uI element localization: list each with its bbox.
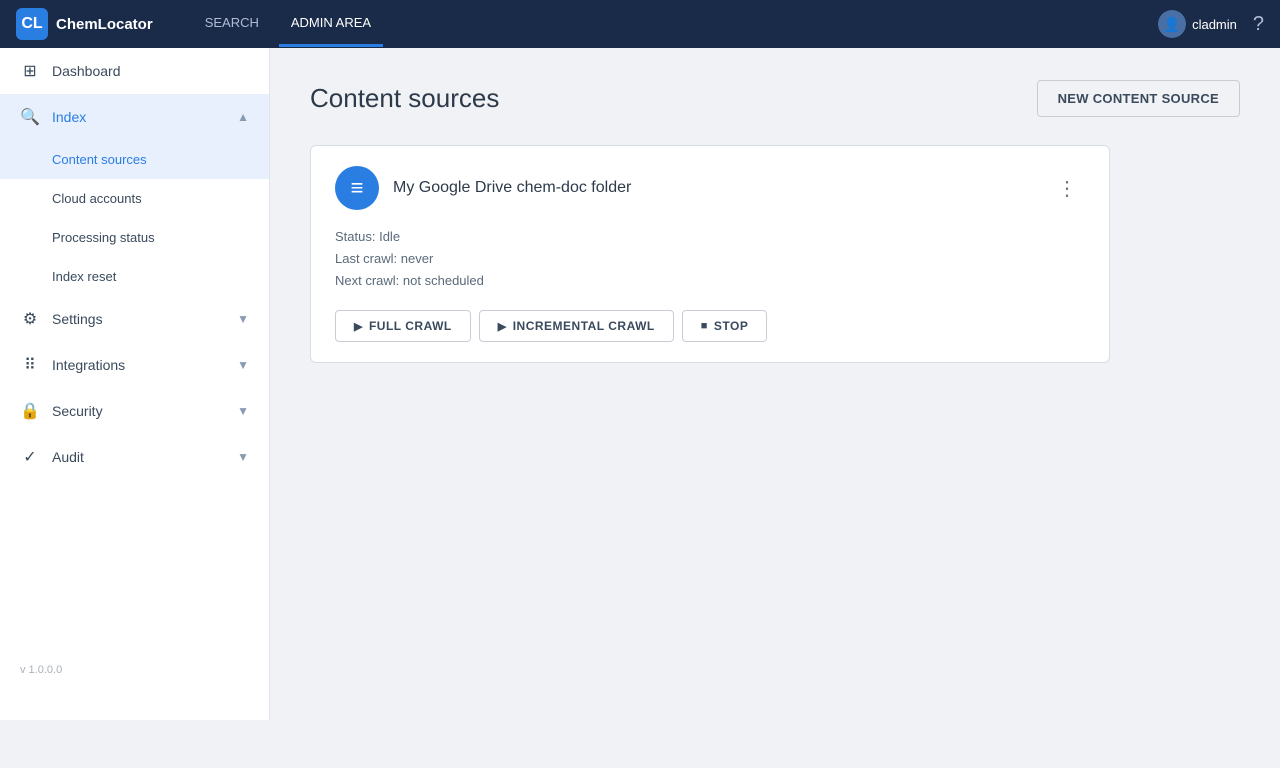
- security-chevron-icon: ▼: [237, 404, 249, 418]
- help-button[interactable]: ?: [1253, 13, 1264, 36]
- topnav-links: SEARCH ADMIN AREA: [193, 1, 383, 47]
- incremental-crawl-button[interactable]: ▶ INCREMENTAL CRAWL: [479, 310, 674, 342]
- page-title: Content sources: [310, 83, 499, 114]
- layout: ⊞ Dashboard 🔍 Index ▲ Content sources Cl…: [0, 48, 1280, 720]
- sidebar-item-integrations[interactable]: ⠿ Integrations ▼: [0, 342, 269, 388]
- last-crawl-label: Last crawl:: [335, 251, 397, 266]
- sidebar-item-processing-status[interactable]: Processing status: [0, 218, 269, 257]
- index-reset-label: Index reset: [52, 269, 116, 284]
- sidebar-item-index-reset[interactable]: Index reset: [0, 257, 269, 296]
- nav-search[interactable]: SEARCH: [193, 1, 271, 47]
- source-last-crawl: Last crawl: never: [335, 248, 1085, 270]
- source-meta: Status: Idle Last crawl: never Next craw…: [335, 226, 1085, 292]
- user-menu[interactable]: 👤 cladmin: [1158, 10, 1237, 38]
- new-content-source-button[interactable]: NEW CONTENT SOURCE: [1037, 80, 1240, 117]
- source-status: Status: Idle: [335, 226, 1085, 248]
- source-title-row: ≡ My Google Drive chem-doc folder: [335, 166, 631, 210]
- last-crawl-value: never: [401, 251, 434, 266]
- sidebar-item-dashboard[interactable]: ⊞ Dashboard: [0, 48, 269, 94]
- sidebar-item-index[interactable]: 🔍 Index ▲: [0, 94, 269, 140]
- integrations-chevron-icon: ▼: [237, 358, 249, 372]
- source-name: My Google Drive chem-doc folder: [393, 179, 631, 197]
- full-crawl-icon: ▶: [354, 320, 363, 333]
- sidebar-item-content-sources[interactable]: Content sources: [0, 140, 269, 179]
- sidebar-item-settings[interactable]: ⚙ Settings ▼: [0, 296, 269, 342]
- topnav: CL ChemLocator SEARCH ADMIN AREA 👤 cladm…: [0, 0, 1280, 48]
- processing-status-label: Processing status: [52, 230, 155, 245]
- nav-admin-area[interactable]: ADMIN AREA: [279, 1, 383, 47]
- username: cladmin: [1192, 17, 1237, 32]
- sidebar-dashboard-label: Dashboard: [52, 63, 249, 79]
- sidebar: ⊞ Dashboard 🔍 Index ▲ Content sources Cl…: [0, 48, 270, 720]
- sidebar-audit-label: Audit: [52, 449, 225, 465]
- full-crawl-label: FULL CRAWL: [369, 319, 452, 333]
- topnav-right: 👤 cladmin ?: [1158, 10, 1264, 38]
- sidebar-index-label: Index: [52, 109, 225, 125]
- sidebar-settings-label: Settings: [52, 311, 225, 327]
- incremental-crawl-label: INCREMENTAL CRAWL: [513, 319, 655, 333]
- sidebar-item-audit[interactable]: ✓ Audit ▼: [0, 434, 269, 480]
- main-content: Content sources NEW CONTENT SOURCE ≡ My …: [270, 48, 1280, 720]
- status-value: Idle: [379, 229, 400, 244]
- app-version: v 1.0.0.0: [0, 652, 269, 688]
- status-label: Status:: [335, 229, 375, 244]
- sidebar-integrations-label: Integrations: [52, 357, 225, 373]
- source-card-header: ≡ My Google Drive chem-doc folder ⋮: [335, 166, 1085, 210]
- next-crawl-label: Next crawl:: [335, 273, 399, 288]
- source-card: ≡ My Google Drive chem-doc folder ⋮ Stat…: [310, 145, 1110, 363]
- settings-icon: ⚙: [20, 309, 40, 329]
- full-crawl-button[interactable]: ▶ FULL CRAWL: [335, 310, 471, 342]
- page-header: Content sources NEW CONTENT SOURCE: [310, 80, 1240, 117]
- stop-label: STOP: [714, 319, 748, 333]
- security-icon: 🔒: [20, 401, 40, 421]
- settings-chevron-icon: ▼: [237, 312, 249, 326]
- audit-chevron-icon: ▼: [237, 450, 249, 464]
- stop-icon: ■: [701, 320, 708, 332]
- sidebar-security-label: Security: [52, 403, 225, 419]
- user-avatar: 👤: [1158, 10, 1186, 38]
- dashboard-icon: ⊞: [20, 61, 40, 81]
- source-next-crawl: Next crawl: not scheduled: [335, 270, 1085, 292]
- next-crawl-value: not scheduled: [403, 273, 484, 288]
- source-actions: ▶ FULL CRAWL ▶ INCREMENTAL CRAWL ■ STOP: [335, 310, 1085, 342]
- incremental-crawl-icon: ▶: [498, 320, 507, 333]
- content-sources-label: Content sources: [52, 152, 147, 167]
- source-icon: ≡: [335, 166, 379, 210]
- source-menu-button[interactable]: ⋮: [1049, 172, 1085, 205]
- cloud-accounts-label: Cloud accounts: [52, 191, 142, 206]
- brand: CL ChemLocator: [16, 8, 153, 40]
- audit-icon: ✓: [20, 447, 40, 467]
- stop-button[interactable]: ■ STOP: [682, 310, 768, 342]
- brand-icon: CL: [16, 8, 48, 40]
- index-icon: 🔍: [20, 107, 40, 127]
- brand-name: ChemLocator: [56, 16, 153, 33]
- sidebar-item-security[interactable]: 🔒 Security ▼: [0, 388, 269, 434]
- sidebar-item-cloud-accounts[interactable]: Cloud accounts: [0, 179, 269, 218]
- integrations-icon: ⠿: [20, 355, 40, 375]
- index-chevron-up-icon: ▲: [237, 110, 249, 124]
